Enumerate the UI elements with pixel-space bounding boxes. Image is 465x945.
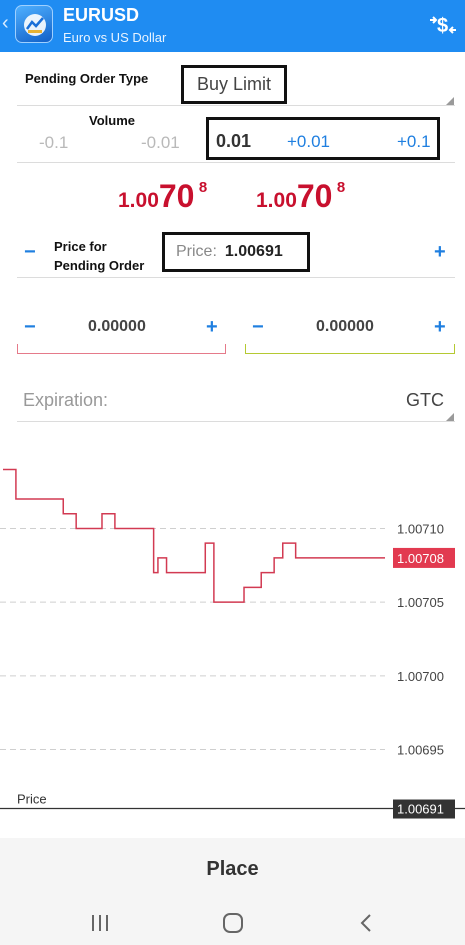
- pending-price-label: 1.00691: [397, 802, 444, 817]
- volume-minus-0.01-button[interactable]: -0.01: [141, 133, 180, 153]
- pending-order-type-select[interactable]: Buy Limit: [181, 65, 287, 104]
- y-tick-label: 1.00695: [397, 743, 444, 758]
- expiration-value[interactable]: GTC: [406, 390, 444, 411]
- stop-loss-input[interactable]: 0.00000: [88, 318, 146, 336]
- y-tick-label: 1.00705: [397, 595, 444, 610]
- ask-main: 70: [296, 178, 333, 214]
- dropdown-corner-icon: [446, 413, 454, 421]
- pending-order-type-label: Pending Order Type: [25, 71, 149, 86]
- bid-main: 70: [158, 178, 195, 214]
- trade-dollar-icon[interactable]: $: [428, 12, 458, 43]
- symbol-description: Euro vs US Dollar: [63, 30, 167, 45]
- pending-order-type-value: Buy Limit: [196, 74, 272, 94]
- expiration-label: Expiration:: [23, 390, 109, 410]
- volume-divider: [17, 162, 455, 163]
- symbol-name: EURUSD: [63, 5, 140, 25]
- expiration-divider[interactable]: [17, 421, 455, 422]
- price-chart[interactable]: 1.00710 1.00705 1.00700 1.00695 1.00708 Price…: [0, 440, 465, 838]
- pending-label-line1: Price for: [54, 239, 107, 254]
- take-profit-input[interactable]: 0.00000: [316, 318, 374, 336]
- ask-quote: 1.0070 8: [256, 178, 345, 215]
- stop-loss-plus-button[interactable]: +: [206, 316, 218, 339]
- pending-label-line2: Pending Order: [54, 258, 145, 273]
- volume-plus-0.1-button[interactable]: +0.1: [397, 132, 431, 152]
- volume-value[interactable]: 0.01: [216, 131, 251, 152]
- price-placeholder: Price:: [176, 243, 217, 260]
- volume-minus-0.1-button[interactable]: -0.1: [39, 133, 68, 153]
- recent-apps-icon[interactable]: [90, 912, 110, 934]
- price-series-line: [3, 468, 385, 603]
- bid-prefix: 1.00: [118, 189, 159, 212]
- dropdown-corner-icon: [446, 97, 454, 105]
- price-plus-button[interactable]: +: [434, 241, 446, 264]
- back-chevron-icon[interactable]: ‹: [2, 12, 9, 35]
- back-icon[interactable]: [358, 912, 374, 934]
- take-profit-minus-button[interactable]: −: [252, 316, 264, 339]
- price-divider: [17, 277, 455, 278]
- order-type-divider: [17, 105, 455, 106]
- y-tick-label: 1.00700: [397, 669, 444, 684]
- price-for-pending-order-label: Price for Pending Order: [54, 237, 144, 275]
- place-button[interactable]: Place: [0, 838, 465, 900]
- price-value: 1.00691: [224, 243, 283, 260]
- stop-loss-underline: [17, 344, 226, 354]
- pending-price-input[interactable]: Price: 1.00691: [162, 232, 310, 272]
- home-icon[interactable]: [222, 912, 244, 934]
- y-tick-label: 1.00710: [397, 521, 444, 536]
- svg-text:$: $: [437, 15, 448, 37]
- volume-plus-0.01-button[interactable]: +0.01: [287, 132, 330, 152]
- ask-sup: 8: [336, 179, 346, 196]
- price-minus-button[interactable]: −: [24, 241, 36, 264]
- bid-sup: 8: [198, 179, 208, 196]
- metatrader-logo-icon: [15, 5, 53, 43]
- pending-line-name: Price: [17, 792, 47, 807]
- ask-prefix: 1.00: [256, 189, 297, 212]
- take-profit-underline: [245, 344, 455, 354]
- current-price-label: 1.00708: [397, 551, 444, 566]
- stop-loss-minus-button[interactable]: −: [24, 316, 36, 339]
- bid-quote: 1.0070 8: [118, 178, 207, 215]
- volume-label: Volume: [89, 113, 135, 128]
- take-profit-plus-button[interactable]: +: [434, 316, 446, 339]
- top-bar: ‹ EURUSD Euro vs US Dollar $: [0, 0, 465, 52]
